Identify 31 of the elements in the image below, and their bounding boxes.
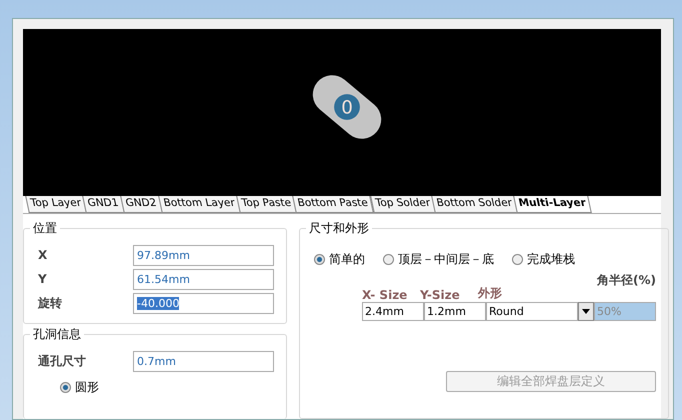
radio-option[interactable]: 顶层－中间层－底 xyxy=(383,251,494,268)
layer-tab[interactable]: Bottom Layer xyxy=(158,196,241,213)
radio-option[interactable]: 完成堆栈 xyxy=(512,251,575,268)
column-header: Y-Size xyxy=(420,288,461,302)
layer-tab[interactable]: Bottom Paste xyxy=(292,196,374,213)
shape-dropdown[interactable]: Round xyxy=(486,302,578,321)
input-field[interactable]: -40.000 xyxy=(133,292,274,314)
input-field[interactable]: 97.89mm xyxy=(133,244,274,266)
layer-tab[interactable]: Bottom Solder xyxy=(431,196,518,213)
field-label: 通孔尺寸 xyxy=(38,352,87,370)
group-title: 尺寸和外形 xyxy=(306,220,372,237)
column-header: X- Size xyxy=(362,288,408,302)
layer-tab[interactable]: Top Layer xyxy=(25,196,88,213)
group-title: 孔洞信息 xyxy=(30,326,84,343)
layer-tab[interactable]: Top Paste xyxy=(236,196,298,213)
radio-option[interactable]: 简单的 xyxy=(314,251,365,268)
layer-tab[interactable]: Multi-Layer xyxy=(514,196,592,213)
column-header: 角半径(%) xyxy=(597,272,656,289)
field-label: Y xyxy=(38,272,48,286)
input-field[interactable]: 61.54mm xyxy=(133,268,274,290)
field-label: 旋转 xyxy=(38,294,63,312)
layer-tab[interactable]: GND1 xyxy=(82,196,125,213)
layer-tab[interactable]: Top Solder xyxy=(370,196,436,213)
layer-tab[interactable]: GND2 xyxy=(120,196,163,213)
input-field[interactable]: 0.7mm xyxy=(133,350,274,372)
table-cell[interactable]: 2.4mm xyxy=(362,302,424,321)
group-title: 位置 xyxy=(30,220,60,237)
table-cell[interactable]: 1.2mm xyxy=(424,302,486,321)
radio-option[interactable]: 圆形 xyxy=(60,379,274,396)
column-header: 外形 xyxy=(478,285,503,302)
field-label: X xyxy=(38,248,48,262)
